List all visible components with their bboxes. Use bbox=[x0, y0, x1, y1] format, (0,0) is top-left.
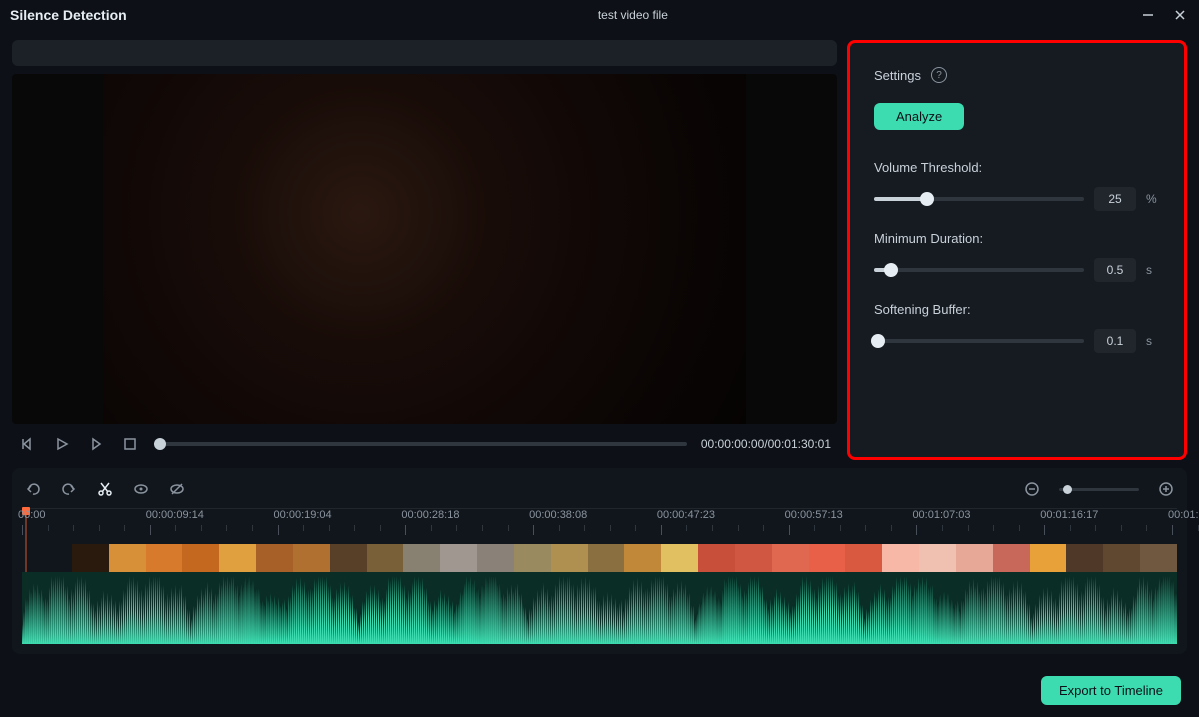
ruler-label: 00:01:16:17 bbox=[1040, 509, 1098, 521]
thumbnail bbox=[256, 544, 293, 572]
thumbnail bbox=[1030, 544, 1067, 572]
thumbnail bbox=[809, 544, 846, 572]
thumbnail bbox=[477, 544, 514, 572]
thumbnail bbox=[551, 544, 588, 572]
slider-thumb[interactable] bbox=[884, 263, 898, 277]
thumbnail bbox=[293, 544, 330, 572]
softening-slider[interactable] bbox=[874, 339, 1084, 343]
thumbnail bbox=[109, 544, 146, 572]
min-duration-value[interactable]: 0.5 bbox=[1094, 258, 1136, 282]
ruler-label: 00:01:26:08 bbox=[1168, 509, 1199, 521]
thumbnail bbox=[956, 544, 993, 572]
ruler-label: 00:00 bbox=[18, 509, 46, 521]
zoom-thumb[interactable] bbox=[1063, 485, 1072, 494]
softening-unit: s bbox=[1146, 334, 1160, 348]
ruler-label: 00:00:19:04 bbox=[274, 509, 332, 521]
volume-threshold-slider[interactable] bbox=[874, 197, 1084, 201]
ruler-label: 00:00:57:13 bbox=[785, 509, 843, 521]
thumbnail bbox=[588, 544, 625, 572]
timeline-ruler[interactable]: 00:0000:00:09:1400:00:19:0400:00:28:1800… bbox=[22, 508, 1177, 544]
thumbnail bbox=[182, 544, 219, 572]
volume-threshold-label: Volume Threshold: bbox=[874, 160, 1160, 175]
thumbnail bbox=[919, 544, 956, 572]
thumbnail bbox=[219, 544, 256, 572]
settings-panel: Settings ? Analyze Volume Threshold: 25 … bbox=[847, 40, 1187, 460]
stop-button[interactable] bbox=[120, 434, 140, 454]
thumbnail bbox=[330, 544, 367, 572]
waveform[interactable] bbox=[22, 572, 1177, 644]
thumbnail bbox=[735, 544, 772, 572]
thumbnail bbox=[72, 544, 109, 572]
cut-icon[interactable] bbox=[96, 480, 114, 498]
export-button[interactable]: Export to Timeline bbox=[1041, 676, 1181, 705]
thumbnail bbox=[624, 544, 661, 572]
slider-thumb[interactable] bbox=[871, 334, 885, 348]
thumbnail bbox=[698, 544, 735, 572]
min-duration-label: Minimum Duration: bbox=[874, 231, 1160, 246]
thumbnail bbox=[661, 544, 698, 572]
zoom-out-icon[interactable] bbox=[1023, 480, 1041, 498]
ruler-label: 00:01:07:03 bbox=[912, 509, 970, 521]
thumbnail bbox=[514, 544, 551, 572]
eye-icon[interactable] bbox=[132, 480, 150, 498]
prev-frame-button[interactable] bbox=[18, 434, 38, 454]
video-preview bbox=[12, 74, 837, 424]
thumbnail bbox=[1103, 544, 1140, 572]
slider-thumb[interactable] bbox=[920, 192, 934, 206]
thumbnail bbox=[146, 544, 183, 572]
undo-icon[interactable] bbox=[24, 480, 42, 498]
app-title: Silence Detection bbox=[10, 7, 127, 23]
ruler-label: 00:00:38:08 bbox=[529, 509, 587, 521]
thumbnail bbox=[1066, 544, 1103, 572]
softening-value[interactable]: 0.1 bbox=[1094, 329, 1136, 353]
redo-icon[interactable] bbox=[60, 480, 78, 498]
preview-header-bar bbox=[12, 40, 837, 66]
seek-bar[interactable] bbox=[154, 442, 687, 446]
thumbnail bbox=[845, 544, 882, 572]
softening-label: Softening Buffer: bbox=[874, 302, 1160, 317]
ruler-label: 00:00:28:18 bbox=[401, 509, 459, 521]
settings-header: Settings bbox=[874, 68, 921, 83]
analyze-button[interactable]: Analyze bbox=[874, 103, 964, 130]
minimize-button[interactable] bbox=[1139, 6, 1157, 24]
min-duration-slider[interactable] bbox=[874, 268, 1084, 272]
timecode-display: 00:00:00:00/00:01:30:01 bbox=[701, 437, 831, 451]
thumbnail-strip[interactable] bbox=[72, 544, 1177, 572]
next-frame-button[interactable] bbox=[86, 434, 106, 454]
close-button[interactable] bbox=[1171, 6, 1189, 24]
play-button[interactable] bbox=[52, 434, 72, 454]
thumbnail bbox=[772, 544, 809, 572]
seek-thumb[interactable] bbox=[154, 438, 166, 450]
file-name: test video file bbox=[127, 8, 1139, 22]
thumbnail bbox=[403, 544, 440, 572]
min-duration-unit: s bbox=[1146, 263, 1160, 277]
help-icon[interactable]: ? bbox=[931, 67, 947, 83]
ruler-label: 00:00:09:14 bbox=[146, 509, 204, 521]
volume-threshold-value[interactable]: 25 bbox=[1094, 187, 1136, 211]
zoom-in-icon[interactable] bbox=[1157, 480, 1175, 498]
volume-threshold-unit: % bbox=[1146, 192, 1160, 206]
ruler-label: 00:00:47:23 bbox=[657, 509, 715, 521]
thumbnail bbox=[882, 544, 919, 572]
thumbnail bbox=[993, 544, 1030, 572]
thumbnail bbox=[1140, 544, 1177, 572]
zoom-slider[interactable] bbox=[1059, 488, 1139, 491]
eye-slash-icon[interactable] bbox=[168, 480, 186, 498]
thumbnail bbox=[440, 544, 477, 572]
thumbnail bbox=[367, 544, 404, 572]
